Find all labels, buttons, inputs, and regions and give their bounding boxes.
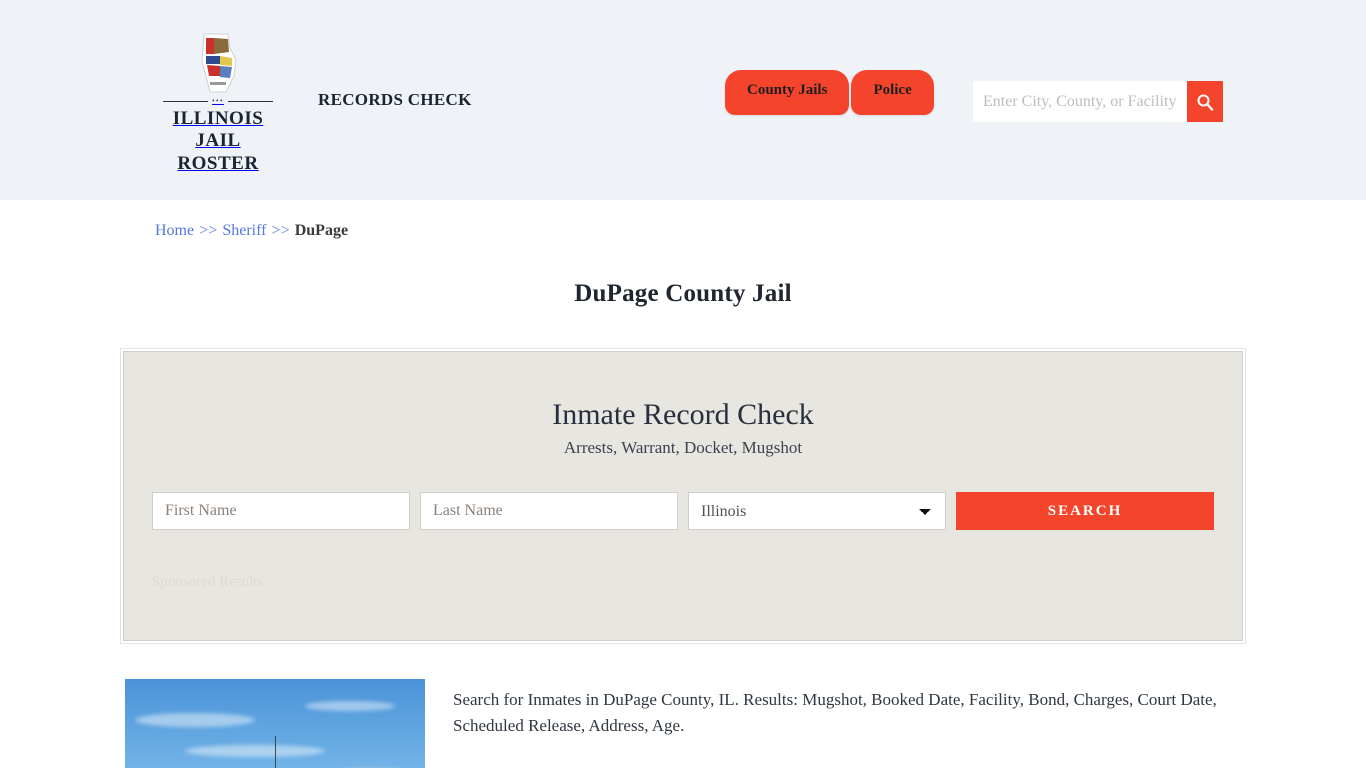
inmate-search-button[interactable]: SEARCH [956,492,1214,530]
search-icon [1197,94,1214,111]
brand-logo-link[interactable]: ••• ILLINOIS JAIL ROSTER [153,32,283,175]
inmate-record-check-panel: Inmate Record Check Arrests, Warrant, Do… [120,348,1246,644]
header-search-button[interactable] [1187,81,1223,122]
breadcrumb: Home >> Sheriff >> DuPage [123,200,1243,240]
breadcrumb-separator-2: >> [271,222,290,239]
brand-name-line2: JAIL ROSTER [177,130,259,174]
sponsored-results-label: Sponsored Results [152,574,264,590]
inmate-search-form: Illinois SEARCH [152,492,1214,530]
divider-bar-left [163,101,209,102]
breadcrumb-item-current: DuPage [294,222,349,239]
breadcrumb-item-home[interactable]: Home [155,222,194,239]
courthouse-tower [253,736,297,768]
main-container: Home >> Sheriff >> DuPage DuPage County Jail… [120,200,1246,768]
header-search [973,81,1223,122]
last-name-input[interactable] [420,492,678,530]
header-tagline: RECORDS CHECK [318,90,472,109]
illinois-state-outline-icon [201,33,237,93]
content-paragraph: Search for Inmates in DuPage County, IL.… [453,690,1217,736]
nav-tab-police[interactable]: Police [851,70,934,115]
site-header: ••• ILLINOIS JAIL ROSTER RECORDS CHECK C… [0,0,1366,200]
primary-nav: County Jails Police [725,70,934,115]
panel-subtitle: Arrests, Warrant, Docket, Mugshot [563,438,803,457]
brand-name-line1: ILLINOIS [172,108,264,129]
nav-tab-county-jails[interactable]: County Jails [725,70,850,115]
divider-dots: ••• [212,97,224,105]
state-select[interactable]: Illinois [688,492,946,530]
header-search-input[interactable] [973,81,1187,122]
page-title: DuPage County Jail [574,280,792,307]
brand-divider: ••• [163,97,274,105]
header-inner: ••• ILLINOIS JAIL ROSTER RECORDS CHECK C… [123,0,1243,200]
cloud-shape [305,701,395,711]
breadcrumb-item-sheriff[interactable]: Sheriff [222,222,266,239]
courthouse-image [125,679,425,768]
content-row: Search for Inmates in DuPage County, IL.… [123,679,1243,768]
cloud-shape [135,713,255,727]
content-text: Search for Inmates in DuPage County, IL.… [453,679,1241,768]
tower-spire [274,736,276,768]
breadcrumb-separator-1: >> [199,222,218,239]
brand-name: ILLINOIS JAIL ROSTER [153,108,283,175]
divider-bar-right [227,101,274,102]
panel-title: Inmate Record Check [552,398,814,431]
first-name-input[interactable] [152,492,410,530]
page-body: Home >> Sheriff >> DuPage DuPage County Jail… [0,200,1366,768]
